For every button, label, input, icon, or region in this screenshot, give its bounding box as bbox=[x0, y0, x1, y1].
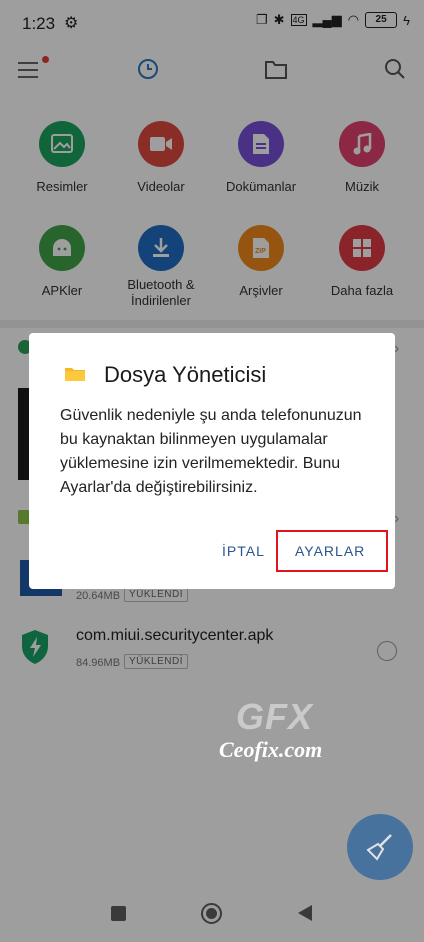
highlight-annotation bbox=[276, 530, 388, 572]
home-nav-button[interactable] bbox=[201, 903, 222, 924]
clean-fab-button[interactable] bbox=[347, 814, 413, 880]
broom-icon bbox=[366, 834, 392, 861]
recents-nav-button[interactable] bbox=[111, 906, 126, 921]
watermark-text: Ceofix.com bbox=[219, 737, 323, 762]
install-blocked-dialog: Dosya Yöneticisi Güvenlik nedeniyle şu a… bbox=[29, 333, 395, 589]
file-manager-app-icon bbox=[62, 360, 88, 386]
dialog-message: Güvenlik nedeniyle şu anda telefonunuzun… bbox=[60, 407, 362, 496]
back-nav-button[interactable] bbox=[297, 904, 313, 927]
system-nav-bar bbox=[0, 884, 424, 942]
cancel-button[interactable]: İPTAL bbox=[222, 543, 265, 559]
dialog-title: Dosya Yöneticisi bbox=[104, 362, 267, 387]
watermark-logo: GFX bbox=[236, 696, 314, 737]
